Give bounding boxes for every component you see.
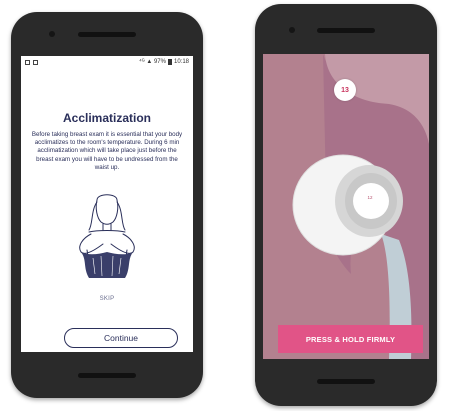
description-text: Before taking breast exam it is essentia… bbox=[31, 131, 183, 171]
skip-link[interactable]: SKIP bbox=[21, 296, 193, 302]
breast-scanner-device-icon[interactable] bbox=[287, 149, 403, 257]
status-time: 10:18 bbox=[173, 59, 189, 65]
front-camera bbox=[49, 31, 55, 37]
battery-icon bbox=[167, 59, 172, 65]
counter-badge: 13 bbox=[334, 79, 356, 101]
earpiece-speaker bbox=[317, 28, 375, 33]
breast-exam-screen: 13 12 PRESS & HOLD FIRMLY bbox=[263, 54, 429, 359]
press-and-hold-button[interactable]: PRESS & HOLD FIRMLY bbox=[278, 325, 423, 353]
undressing-woman-icon bbox=[79, 194, 135, 278]
bottom-speaker bbox=[78, 373, 136, 378]
left-phone: ⁴ᴳ ▲ 97% 10:18 Acclimatization Before ta… bbox=[11, 12, 203, 398]
signal-status: ⁴ᴳ ▲ 97% bbox=[139, 59, 166, 65]
acclimatization-screen: ⁴ᴳ ▲ 97% 10:18 Acclimatization Before ta… bbox=[21, 56, 193, 352]
bottom-speaker bbox=[317, 379, 375, 384]
image-notification-icon bbox=[33, 59, 38, 65]
front-camera bbox=[289, 27, 295, 33]
status-bar: ⁴ᴳ ▲ 97% 10:18 bbox=[21, 56, 193, 68]
notification-icon bbox=[25, 59, 30, 65]
earpiece-speaker bbox=[78, 32, 136, 37]
page-title: Acclimatization bbox=[62, 111, 152, 125]
continue-button[interactable]: Continue bbox=[64, 328, 178, 348]
right-phone: 13 12 PRESS & HOLD FIRMLY bbox=[255, 4, 437, 406]
device-counter-label: 12 bbox=[367, 195, 373, 200]
